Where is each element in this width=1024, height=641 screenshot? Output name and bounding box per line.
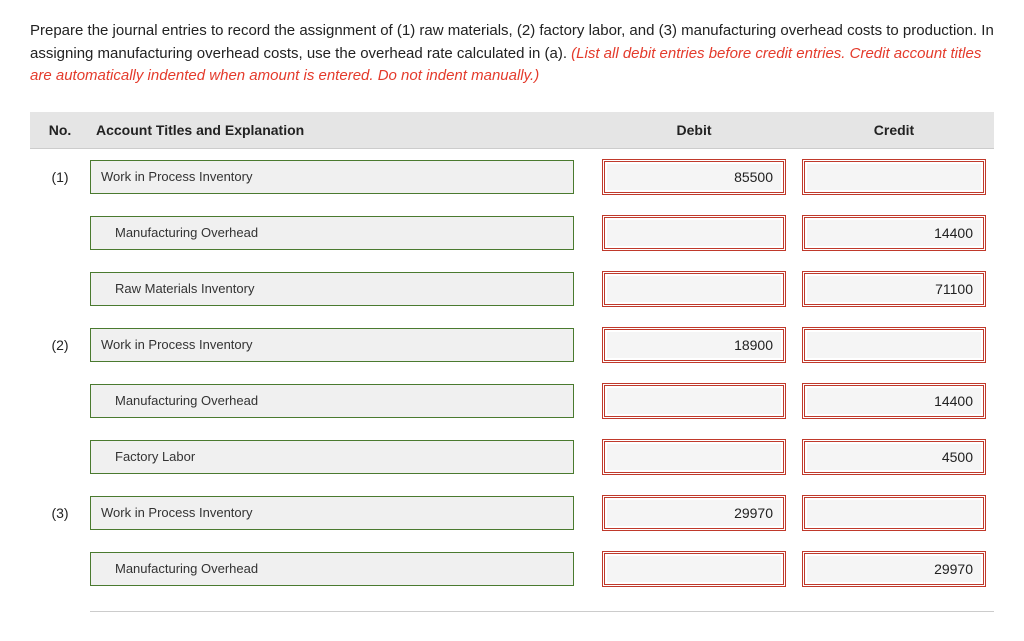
row-number: (1) bbox=[30, 169, 90, 185]
row-number: (3) bbox=[30, 505, 90, 521]
debit-cell bbox=[594, 327, 794, 363]
debit-input[interactable] bbox=[607, 388, 781, 414]
debit-input-wrap bbox=[602, 495, 786, 531]
debit-input-wrap bbox=[602, 383, 786, 419]
account-title-input[interactable] bbox=[90, 328, 574, 362]
account-title-cell bbox=[90, 384, 594, 418]
debit-input-wrap bbox=[602, 159, 786, 195]
debit-input[interactable] bbox=[607, 164, 781, 190]
credit-cell bbox=[794, 495, 994, 531]
table-row: (3) bbox=[30, 485, 994, 541]
account-title-input[interactable] bbox=[90, 160, 574, 194]
debit-input[interactable] bbox=[607, 444, 781, 470]
table-row bbox=[30, 429, 994, 485]
table-row bbox=[30, 373, 994, 429]
table-row bbox=[30, 205, 994, 261]
credit-input-wrap bbox=[802, 327, 986, 363]
account-title-cell bbox=[90, 216, 594, 250]
account-title-cell bbox=[90, 440, 594, 474]
account-title-input[interactable] bbox=[90, 440, 574, 474]
credit-cell bbox=[794, 159, 994, 195]
debit-input-wrap bbox=[602, 271, 786, 307]
debit-input[interactable] bbox=[607, 500, 781, 526]
debit-cell bbox=[594, 159, 794, 195]
table-row: (1) bbox=[30, 149, 994, 205]
credit-input[interactable] bbox=[807, 332, 981, 358]
credit-input[interactable] bbox=[807, 276, 981, 302]
credit-input-wrap bbox=[802, 159, 986, 195]
account-title-cell bbox=[90, 552, 594, 586]
instructions: Prepare the journal entries to record th… bbox=[30, 20, 994, 88]
account-title-input[interactable] bbox=[90, 552, 574, 586]
credit-cell bbox=[794, 215, 994, 251]
credit-input-wrap bbox=[802, 551, 986, 587]
credit-input[interactable] bbox=[807, 444, 981, 470]
debit-input-wrap bbox=[602, 439, 786, 475]
account-title-cell bbox=[90, 328, 594, 362]
credit-cell bbox=[794, 383, 994, 419]
account-title-input[interactable] bbox=[90, 216, 574, 250]
debit-input[interactable] bbox=[607, 276, 781, 302]
debit-cell bbox=[594, 215, 794, 251]
header-debit: Debit bbox=[594, 122, 794, 138]
credit-input[interactable] bbox=[807, 500, 981, 526]
credit-cell bbox=[794, 327, 994, 363]
credit-input[interactable] bbox=[807, 164, 981, 190]
credit-cell bbox=[794, 271, 994, 307]
debit-input[interactable] bbox=[607, 556, 781, 582]
table-row: (2) bbox=[30, 317, 994, 373]
account-title-cell bbox=[90, 160, 594, 194]
header-credit: Credit bbox=[794, 122, 994, 138]
credit-input[interactable] bbox=[807, 220, 981, 246]
debit-input-wrap bbox=[602, 215, 786, 251]
bottom-separator bbox=[90, 611, 994, 612]
account-title-input[interactable] bbox=[90, 496, 574, 530]
table-header: No. Account Titles and Explanation Debit… bbox=[30, 112, 994, 149]
credit-cell bbox=[794, 551, 994, 587]
credit-cell bbox=[794, 439, 994, 475]
credit-input[interactable] bbox=[807, 388, 981, 414]
account-title-cell bbox=[90, 272, 594, 306]
credit-input-wrap bbox=[802, 439, 986, 475]
debit-cell bbox=[594, 495, 794, 531]
account-title-input[interactable] bbox=[90, 272, 574, 306]
credit-input-wrap bbox=[802, 495, 986, 531]
account-title-input[interactable] bbox=[90, 384, 574, 418]
table-row bbox=[30, 541, 994, 597]
header-no: No. bbox=[30, 122, 90, 138]
debit-input-wrap bbox=[602, 327, 786, 363]
header-title: Account Titles and Explanation bbox=[90, 122, 594, 138]
debit-input[interactable] bbox=[607, 332, 781, 358]
debit-input[interactable] bbox=[607, 220, 781, 246]
credit-input-wrap bbox=[802, 215, 986, 251]
credit-input-wrap bbox=[802, 271, 986, 307]
debit-cell bbox=[594, 551, 794, 587]
row-number: (2) bbox=[30, 337, 90, 353]
account-title-cell bbox=[90, 496, 594, 530]
credit-input[interactable] bbox=[807, 556, 981, 582]
debit-input-wrap bbox=[602, 551, 786, 587]
credit-input-wrap bbox=[802, 383, 986, 419]
debit-cell bbox=[594, 439, 794, 475]
debit-cell bbox=[594, 383, 794, 419]
debit-cell bbox=[594, 271, 794, 307]
table-row bbox=[30, 261, 994, 317]
